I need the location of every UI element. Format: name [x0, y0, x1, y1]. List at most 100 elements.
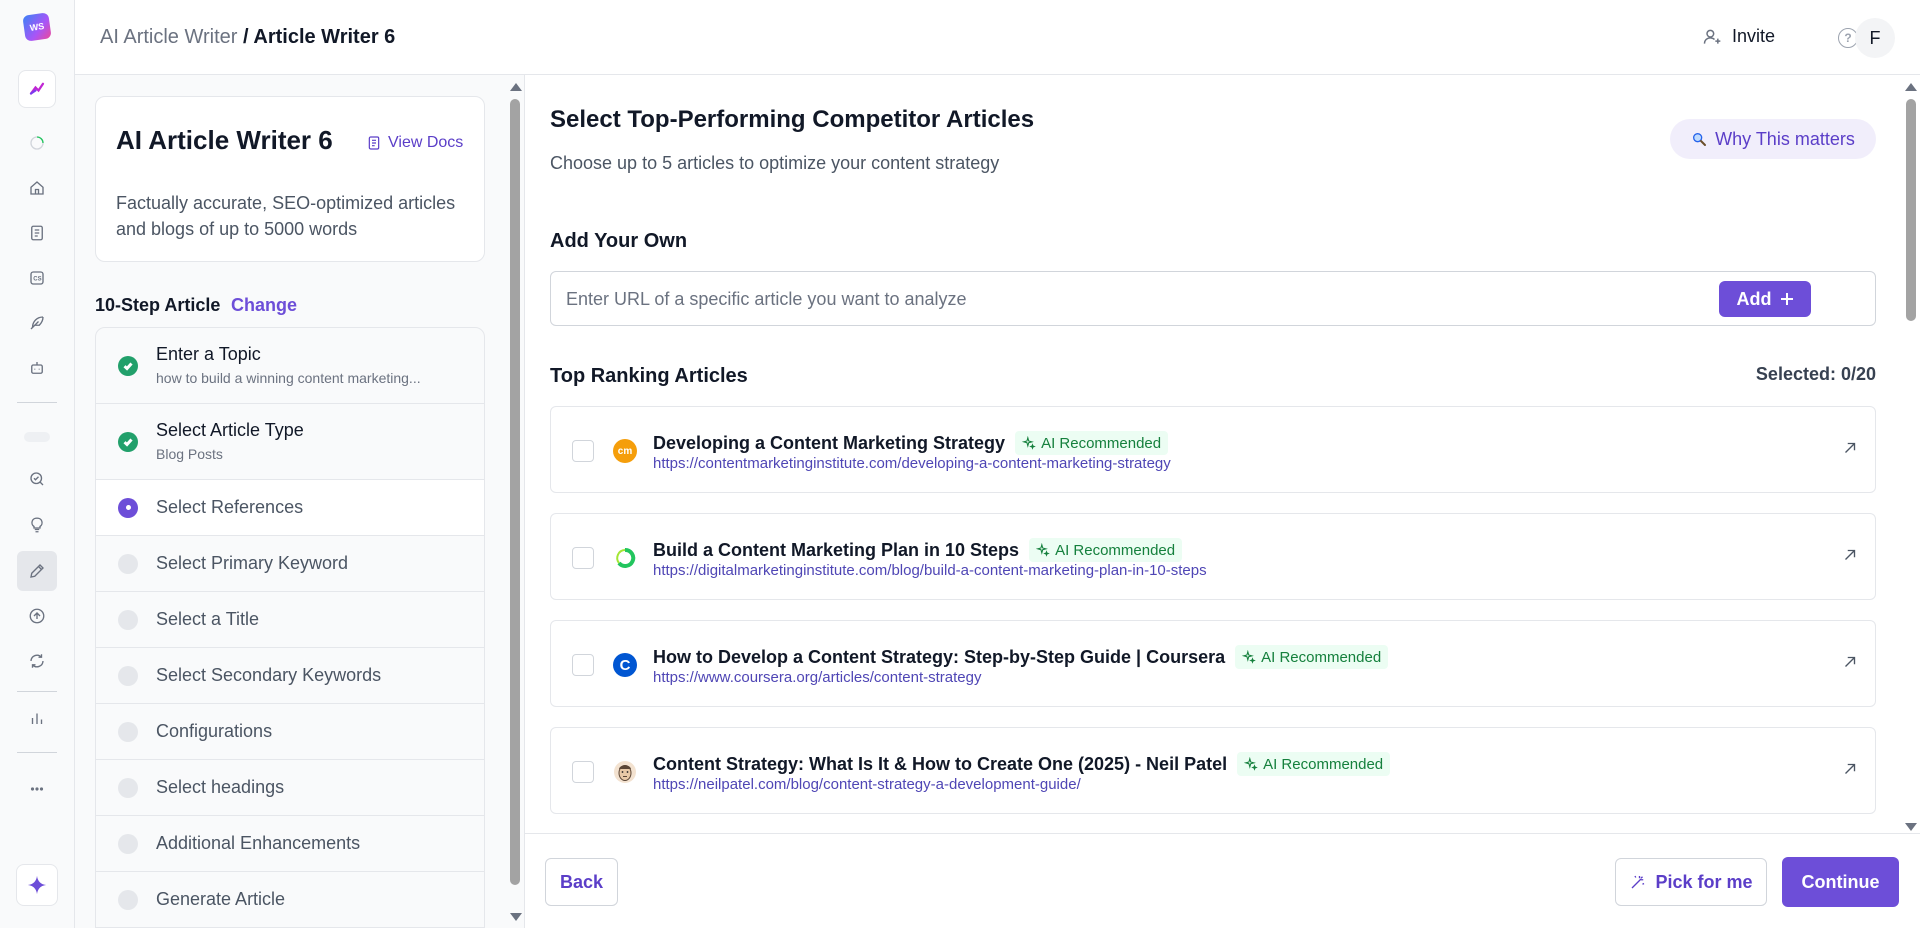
article-url-input[interactable]	[566, 286, 1716, 312]
step-item[interactable]: Select headings	[96, 760, 484, 816]
sparkles-icon	[1022, 436, 1036, 450]
scroll-down-arrow-icon[interactable]	[1905, 823, 1917, 831]
back-button[interactable]: Back	[545, 858, 618, 906]
article-checkbox[interactable]	[572, 547, 594, 569]
ai-recommended-badge: AI Recommended	[1015, 431, 1169, 455]
step-item[interactable]: Select References	[96, 480, 484, 536]
plus-icon	[1780, 293, 1793, 305]
breadcrumb-separator: /	[237, 26, 254, 48]
change-steps-link[interactable]: Change	[231, 295, 297, 316]
step-item[interactable]: Select Primary Keyword	[96, 536, 484, 592]
site-favicon-icon	[613, 546, 637, 570]
step-summary: Blog Posts	[156, 446, 223, 462]
article-checkbox[interactable]	[572, 654, 594, 676]
external-link-icon[interactable]	[1841, 760, 1861, 780]
why-this-matters-button[interactable]: Why This matters	[1670, 119, 1876, 159]
step-item[interactable]: Select Secondary Keywords	[96, 648, 484, 704]
step-item[interactable]: Select a Title	[96, 592, 484, 648]
brand-icon[interactable]	[18, 70, 56, 108]
search-check-icon[interactable]	[24, 466, 50, 492]
scrollbar-thumb[interactable]	[510, 99, 520, 885]
breadcrumb-parent[interactable]: AI Article Writer	[100, 26, 237, 48]
invite-label: Invite	[1732, 26, 1776, 46]
more-icon[interactable]	[24, 776, 50, 802]
article-title[interactable]: How to Develop a Content Strategy: Step-…	[653, 647, 1225, 668]
document-icon	[368, 136, 380, 150]
article-card[interactable]: Build a Content Marketing Plan in 10 Ste…	[550, 513, 1876, 600]
workspace-logo[interactable]: WS	[22, 12, 52, 42]
article-title[interactable]: Content Strategy: What Is It & How to Cr…	[653, 754, 1227, 775]
add-button-label: Add	[1736, 288, 1772, 309]
article-url[interactable]: https://neilpatel.com/blog/content-strat…	[653, 776, 1081, 793]
continue-button[interactable]: Continue	[1782, 857, 1899, 907]
feather-icon[interactable]	[24, 310, 50, 336]
external-link-icon[interactable]	[1841, 439, 1861, 459]
page-subtitle: Choose up to 5 articles to optimize your…	[550, 153, 1000, 173]
selected-count: Selected: 0/20	[1755, 364, 1876, 384]
check-circle-icon	[118, 355, 138, 376]
scroll-down-arrow-icon[interactable]	[510, 913, 522, 921]
svg-text:CS: CS	[33, 277, 41, 283]
scroll-up-arrow-icon[interactable]	[1905, 83, 1917, 91]
article-list: cm Developing a Content Marketing Strateg…	[550, 406, 1876, 836]
favicon-text: C	[619, 656, 631, 674]
tool-info-card: AI Article Writer 6 View Docs Factually …	[95, 96, 485, 262]
ai-recommended-badge: AI Recommended	[1029, 538, 1183, 562]
magic-wand-icon	[1631, 875, 1645, 889]
article-title[interactable]: Developing a Content Marketing Strategy	[653, 433, 1005, 454]
sparkle-icon[interactable]	[16, 864, 58, 906]
rail-divider	[17, 402, 57, 403]
view-docs-link[interactable]: View Docs	[366, 134, 463, 152]
step-item[interactable]: Enter a Topic how to build a winning cont…	[96, 328, 484, 404]
article-card[interactable]: C How to Develop a Content Strategy: Step…	[550, 620, 1876, 707]
lightbulb-icon[interactable]	[24, 512, 50, 538]
main-scrollbar[interactable]	[1902, 75, 1920, 833]
steps-count-label: 10-Step Article	[95, 295, 221, 315]
main-content: Select Top-Performing Competitor Article…	[525, 75, 1920, 928]
article-card[interactable]: Content Strategy: What Is It & How to Cr…	[550, 727, 1876, 814]
top-ranking-heading: Top Ranking Articles	[550, 365, 748, 387]
article-title[interactable]: Build a Content Marketing Plan in 10 Ste…	[653, 540, 1019, 561]
refresh-icon[interactable]	[24, 648, 50, 674]
step-summary: how to build a winning content marketing…	[156, 370, 421, 386]
article-url[interactable]: https://contentmarketinginstitute.com/de…	[653, 455, 1171, 472]
step-item[interactable]: Configurations	[96, 704, 484, 760]
steps-panel: AI Article Writer 6 View Docs Factually …	[75, 75, 525, 928]
tool-description: Factually accurate, SEO-optimized articl…	[116, 193, 456, 239]
add-user-icon	[1703, 29, 1721, 44]
site-favicon-icon: C	[613, 653, 637, 677]
step-label: Select Secondary Keywords	[156, 665, 382, 685]
article-card[interactable]: cm Developing a Content Marketing Strateg…	[550, 406, 1876, 493]
pending-step-icon	[118, 777, 138, 798]
avatar[interactable]: F	[1855, 18, 1895, 58]
upload-icon[interactable]	[24, 603, 50, 629]
pending-step-icon	[118, 721, 138, 742]
external-link-icon[interactable]	[1841, 546, 1861, 566]
step-item[interactable]: Select Article Type Blog Posts	[96, 404, 484, 480]
invite-button[interactable]: Invite	[1702, 26, 1775, 47]
sparkles-icon	[1036, 543, 1050, 557]
document-icon[interactable]	[24, 220, 50, 246]
scroll-up-arrow-icon[interactable]	[510, 83, 522, 91]
step-item[interactable]: Additional Enhancements	[96, 816, 484, 872]
home-icon[interactable]	[24, 175, 50, 201]
add-url-button[interactable]: Add	[1719, 281, 1811, 317]
pick-for-me-button[interactable]: Pick for me	[1615, 858, 1767, 906]
badge-label: AI Recommended	[1261, 648, 1382, 666]
article-url[interactable]: https://www.coursera.org/articles/conten…	[653, 669, 981, 686]
article-title-row: How to Develop a Content Strategy: Step-…	[653, 645, 1389, 669]
article-title-row: Build a Content Marketing Plan in 10 Ste…	[653, 538, 1183, 562]
pencil-icon[interactable]	[17, 551, 57, 591]
pending-step-icon	[118, 833, 138, 854]
cs-icon[interactable]: CS	[24, 265, 50, 291]
article-checkbox[interactable]	[572, 761, 594, 783]
bot-icon[interactable]	[24, 355, 50, 381]
steps-panel-scrollbar[interactable]	[507, 75, 523, 928]
external-link-icon[interactable]	[1841, 653, 1861, 673]
article-checkbox[interactable]	[572, 440, 594, 462]
step-label: Select Primary Keyword	[156, 553, 349, 573]
scrollbar-thumb[interactable]	[1906, 99, 1916, 321]
article-url[interactable]: https://digitalmarketinginstitute.com/bl…	[653, 562, 1207, 579]
step-item[interactable]: Generate Article	[96, 872, 484, 928]
bar-chart-icon[interactable]	[24, 705, 50, 731]
